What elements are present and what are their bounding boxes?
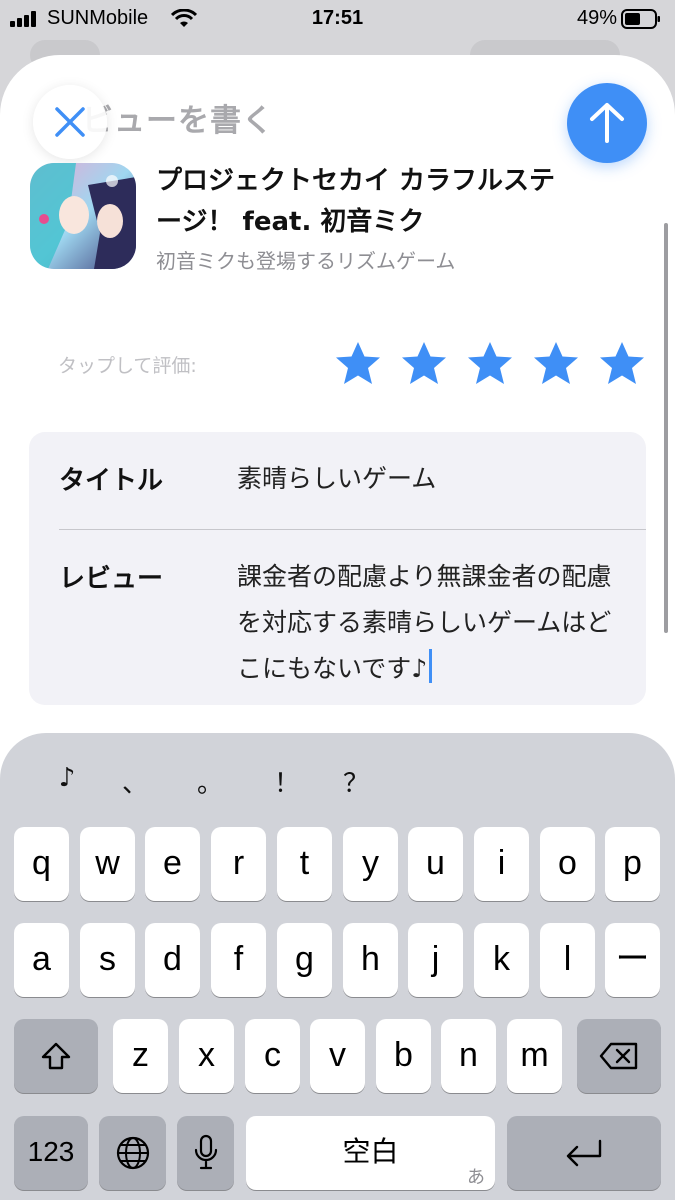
key-r[interactable]: r [211, 827, 266, 901]
suggestion-exclamation[interactable]: ！ [267, 763, 307, 800]
key-o[interactable]: o [540, 827, 595, 901]
key-long-vowel[interactable]: ー [605, 923, 660, 997]
numbers-key[interactable]: 123 [14, 1116, 88, 1190]
kana-indicator: あ [467, 1167, 485, 1188]
delete-icon [599, 1042, 638, 1070]
close-button[interactable] [33, 85, 107, 159]
key-k[interactable]: k [474, 923, 529, 997]
shift-icon [41, 1042, 71, 1070]
app-icon [30, 163, 136, 269]
star-icon[interactable] [465, 339, 515, 389]
submit-review-button[interactable] [567, 83, 647, 163]
globe-icon [116, 1136, 149, 1170]
arrow-up-icon [590, 103, 624, 143]
key-p[interactable]: p [605, 827, 660, 901]
star-icon[interactable] [531, 339, 581, 389]
key-x[interactable]: x [179, 1019, 234, 1093]
title-input[interactable]: 素晴らしいゲーム [237, 456, 622, 502]
key-d[interactable]: d [145, 923, 200, 997]
key-n[interactable]: n [441, 1019, 496, 1093]
star-rating[interactable] [333, 339, 648, 389]
review-text: 課金者の配慮より無課金者の配慮を対応する素晴らしいゲームはどこにもないです♪ [237, 562, 612, 683]
text-cursor [429, 649, 433, 683]
return-icon [566, 1139, 602, 1167]
key-u[interactable]: u [408, 827, 463, 901]
key-b[interactable]: b [376, 1019, 431, 1093]
shift-key[interactable] [14, 1019, 98, 1093]
key-i[interactable]: i [474, 827, 529, 901]
review-form: タイトル 素晴らしいゲーム レビュー 課金者の配慮より無課金者の配慮を対応する素… [29, 432, 646, 705]
key-c[interactable]: c [245, 1019, 300, 1093]
star-icon[interactable] [333, 339, 383, 389]
key-s[interactable]: s [80, 923, 135, 997]
key-f[interactable]: f [211, 923, 266, 997]
status-time: 17:51 [311, 7, 364, 29]
key-a[interactable]: a [14, 923, 69, 997]
keyboard: ♪ 、 。 ！ ？ q w e r t y u i o p a s d f g … [0, 733, 675, 1200]
key-q[interactable]: q [14, 827, 69, 901]
suggestion-comma[interactable]: 、 [115, 763, 155, 800]
scroll-indicator[interactable] [664, 223, 668, 633]
key-m[interactable]: m [507, 1019, 562, 1093]
key-j[interactable]: j [408, 923, 463, 997]
battery-percentage: 49% [576, 7, 617, 29]
status-bar: SUNMobile 17:51 49% [0, 0, 675, 40]
battery-icon [621, 9, 660, 29]
key-h[interactable]: h [343, 923, 398, 997]
key-v[interactable]: v [310, 1019, 365, 1093]
suggestion-question[interactable]: ？ [336, 763, 376, 800]
key-l[interactable]: l [540, 923, 595, 997]
suggestion-period[interactable]: 。 [190, 763, 230, 800]
delete-key[interactable] [577, 1019, 661, 1093]
sheet-title: ビューを書く [82, 103, 274, 139]
star-icon[interactable] [399, 339, 449, 389]
app-name: プロジェクトセカイ カラフルステージ！ feat. 初音ミク [156, 166, 556, 237]
rating-label: タップして評価: [58, 355, 197, 377]
divider [59, 529, 646, 530]
app-subtitle: 初音ミクも登場するリズムゲーム [156, 249, 456, 273]
globe-key[interactable] [99, 1116, 166, 1190]
return-key[interactable] [507, 1116, 661, 1190]
title-label: タイトル [59, 466, 164, 496]
space-key[interactable]: 空白 あ [246, 1116, 495, 1190]
space-key-label: 空白 [342, 1135, 399, 1168]
key-y[interactable]: y [343, 827, 398, 901]
dictation-key[interactable] [177, 1116, 234, 1190]
key-w[interactable]: w [80, 827, 135, 901]
key-g[interactable]: g [277, 923, 332, 997]
suggestion-note[interactable]: ♪ [47, 763, 87, 793]
key-t[interactable]: t [277, 827, 332, 901]
key-z[interactable]: z [113, 1019, 168, 1093]
microphone-icon [194, 1134, 217, 1170]
review-label: レビュー [59, 564, 164, 594]
key-e[interactable]: e [145, 827, 200, 901]
star-icon[interactable] [597, 339, 647, 389]
close-icon [55, 107, 85, 137]
review-textarea[interactable]: 課金者の配慮より無課金者の配慮を対応する素晴らしいゲームはどこにもないです♪ [237, 554, 622, 692]
